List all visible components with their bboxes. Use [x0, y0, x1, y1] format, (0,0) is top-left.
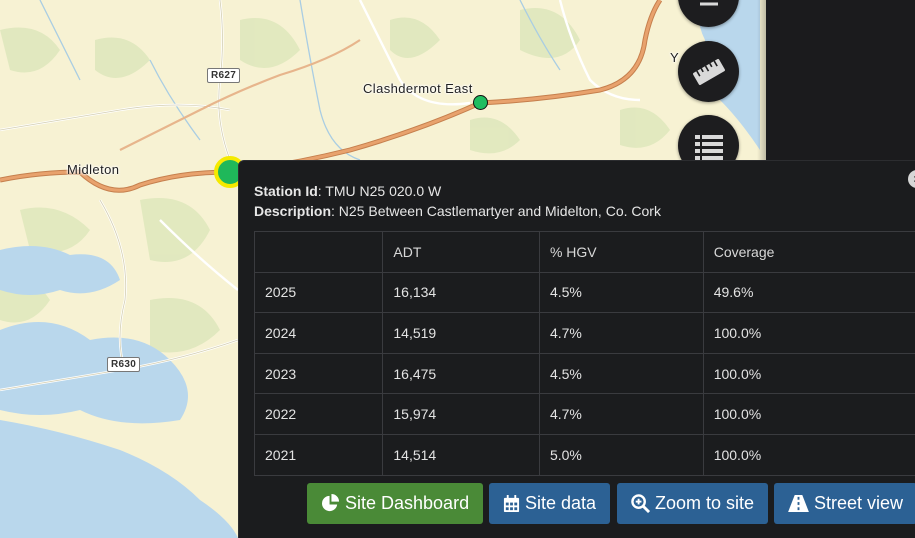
station-id-value: : TMU N25 020.0 W	[317, 183, 442, 199]
table-cell: 15,974	[382, 393, 540, 435]
arrows-icon	[699, 2, 718, 5]
place-label-clashdermot-east: Clashdermot East	[363, 81, 473, 96]
table-cell: 4.7%	[538, 312, 704, 354]
table-cell: 4.7%	[538, 393, 704, 435]
table-cell: 100.0%	[702, 393, 915, 435]
pie-chart-icon	[322, 494, 340, 512]
zoom-to-site-button[interactable]: Zoom to site	[617, 483, 769, 524]
station-id-line: Station Id: TMU N25 020.0 W	[254, 183, 441, 199]
table-cell: 14,514	[382, 433, 540, 476]
table-cell: 4.5%	[538, 271, 704, 314]
site-data-label: Site data	[525, 493, 597, 513]
table-cell: 16,134	[382, 271, 540, 314]
table-row: 2025 16,134 4.5% 49.6%	[253, 271, 915, 314]
list-icon	[694, 134, 723, 160]
table-row: 2023 16,475 4.5% 100.0%	[253, 352, 915, 395]
close-icon[interactable]: ×	[908, 170, 915, 188]
zoom-in-icon	[631, 494, 650, 513]
description-label: Description	[254, 203, 332, 219]
table-cell: 5.0%	[538, 433, 704, 476]
table-cell: 2021	[253, 433, 384, 476]
site-data-button[interactable]: Site data	[489, 483, 611, 524]
street-view-label: Street view	[814, 493, 904, 513]
road-shield-r627: R627	[207, 68, 241, 83]
calendar-icon	[503, 494, 520, 512]
table-cell: 100.0%	[702, 312, 915, 354]
table-cell: 2023	[253, 352, 384, 395]
table-header-row: ADT % HGV Coverage	[253, 231, 915, 273]
station-marker[interactable]	[473, 95, 488, 110]
table-cell: 100.0%	[702, 352, 915, 395]
table-header-adt: ADT	[382, 231, 540, 273]
place-label-midleton: Midleton	[67, 162, 120, 177]
street-view-button[interactable]: Street view	[774, 483, 915, 524]
zoom-to-site-label: Zoom to site	[655, 493, 755, 513]
table-cell: 16,475	[382, 352, 540, 395]
ruler-icon	[692, 58, 725, 85]
table-header-hgv: % HGV	[538, 231, 704, 273]
station-id-label: Station Id	[254, 183, 318, 199]
table-cell: 14,519	[382, 312, 540, 354]
description-line: Description: N25 Between Castlemartyer a…	[254, 203, 661, 219]
site-dashboard-label: Site Dashboard	[345, 493, 470, 513]
site-dashboard-button[interactable]: Site Dashboard	[307, 483, 484, 524]
place-label-y: Y	[670, 50, 680, 65]
table-header-year	[253, 231, 384, 273]
traffic-table: ADT % HGV Coverage 2025 16,134 4.5% 49.6…	[253, 231, 915, 476]
road-icon	[788, 495, 809, 512]
table-header-coverage: Coverage	[702, 231, 915, 273]
table-cell: 2024	[253, 312, 384, 354]
measure-button[interactable]	[678, 41, 739, 102]
station-popup: × Station Id: TMU N25 020.0 W Descriptio…	[238, 160, 915, 538]
table-row: 2024 14,519 4.7% 100.0%	[253, 312, 915, 354]
road-shield-r630: R630	[107, 357, 141, 372]
table-cell: 2025	[253, 271, 384, 314]
side-panel	[766, 0, 915, 160]
table-cell: 100.0%	[702, 433, 915, 476]
table-cell: 2022	[253, 393, 384, 435]
table-cell: 4.5%	[538, 352, 704, 395]
table-row: 2022 15,974 4.7% 100.0%	[253, 393, 915, 435]
description-value: : N25 Between Castlemartyer and Midelton…	[331, 203, 661, 219]
table-cell: 49.6%	[702, 271, 915, 314]
table-row: 2021 14,514 5.0% 100.0%	[253, 433, 915, 476]
